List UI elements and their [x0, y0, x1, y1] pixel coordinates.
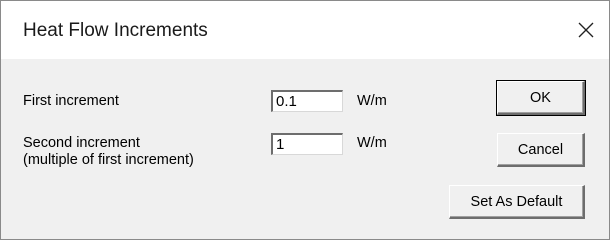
heat-flow-increments-dialog: Heat Flow Increments First increment W/m… [0, 0, 610, 240]
set-as-default-button[interactable]: Set As Default [449, 185, 585, 219]
first-increment-input[interactable] [273, 92, 342, 111]
first-increment-unit: W/m [357, 93, 387, 109]
window-title: Heat Flow Increments [23, 20, 208, 41]
second-increment-sublabel: (multiple of first increment) [23, 152, 194, 168]
second-increment-input[interactable] [273, 135, 342, 154]
second-increment-unit: W/m [357, 135, 387, 151]
ok-button[interactable]: OK [496, 80, 586, 116]
cancel-button[interactable]: Cancel [497, 133, 585, 167]
first-increment-label: First increment [23, 93, 119, 109]
second-increment-label: Second increment [23, 135, 140, 151]
title-bar: Heat Flow Increments [1, 1, 609, 59]
second-increment-field-frame [271, 133, 343, 155]
first-increment-field-frame [271, 90, 343, 112]
close-icon [578, 22, 594, 38]
close-button[interactable] [563, 7, 609, 53]
